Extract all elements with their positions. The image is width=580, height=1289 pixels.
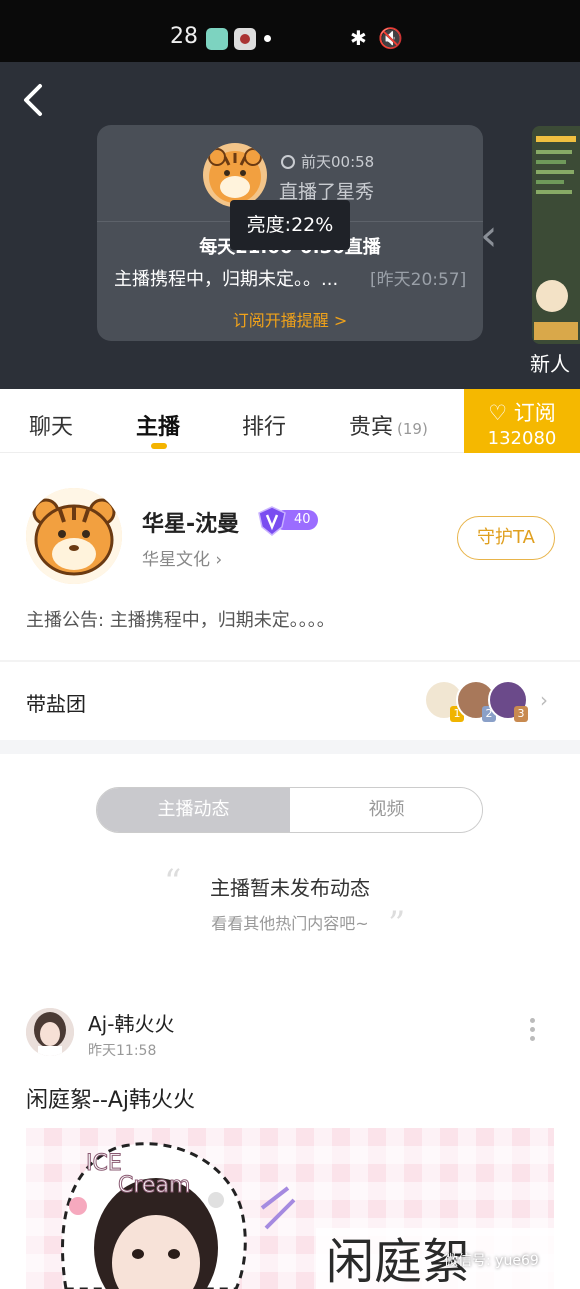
anchor-announcement: 主播公告: 主播携程中，归期未定。。。。 (26, 610, 335, 631)
segment-videos[interactable]: 视频 (290, 788, 482, 832)
guard-button[interactable]: 守护TA (457, 516, 555, 560)
quote-close-icon: ” (388, 904, 406, 944)
chevron-left-icon[interactable]: ‹ (480, 210, 498, 261)
anchor-name: 华星-沈曼 (142, 512, 240, 537)
post-title: 闲庭絮--Aj韩火火 (26, 1088, 196, 1113)
status-bar: 28 ✱ 🔇 (0, 0, 580, 62)
anchor-agency[interactable]: 华星文化 › (142, 545, 222, 570)
svg-text:Cream: Cream (118, 1173, 190, 1198)
active-tab-indicator (151, 443, 167, 449)
record-notification-icon (234, 28, 256, 50)
post-author-avatar[interactable] (26, 1008, 74, 1056)
status-time: 28 (170, 24, 198, 49)
brightness-toast: 亮度:22% (230, 200, 350, 250)
bluetooth-icon: ✱ (350, 26, 367, 50)
fan-rank: 3 (514, 706, 528, 722)
fans-group-label: 带盐团 (26, 692, 86, 716)
segment-anchor-feed[interactable]: 主播动态 (97, 788, 290, 832)
back-arrow-icon[interactable] (18, 80, 48, 120)
last-live-time: 前天00:58 (281, 151, 374, 172)
anchor-avatar[interactable] (26, 488, 122, 584)
section-divider (0, 740, 580, 754)
anchor-notice: 主播携程中，归期未定。。... (114, 269, 339, 290)
subscriber-count: 132080 (487, 428, 557, 449)
chevron-right-icon[interactable]: › (540, 688, 548, 712)
tab-vip[interactable]: 贵宾 (19) (349, 409, 428, 441)
more-options-icon[interactable] (530, 1018, 538, 1046)
tab-anchor[interactable]: 主播 (136, 409, 180, 441)
anchor-small-avatar (203, 143, 267, 207)
subscribe-reminder-link[interactable]: 订阅开播提醒 > (97, 307, 483, 331)
recommended-live-label: 新人 (530, 352, 570, 376)
feed-segment-control: 主播动态 视频 (96, 787, 483, 833)
fans-group-avatars[interactable]: 1 2 3 (424, 680, 528, 722)
mute-icon: 🔇 (378, 26, 403, 50)
post-author-name[interactable]: Aj-韩火火 (88, 1008, 174, 1037)
post-time: 昨天11:58 (88, 1043, 157, 1059)
recommended-live-thumbnail[interactable] (532, 126, 580, 344)
vip-count: (19) (397, 420, 428, 438)
tab-ranking[interactable]: 排行 (242, 409, 286, 441)
tab-chat[interactable]: 聊天 (29, 409, 73, 441)
empty-state-subtitle: 看看其他热门内容吧~ (211, 914, 369, 933)
empty-state-title: 主播暂未发布动态 (210, 876, 370, 900)
watermark: 微信号: yue69 (444, 1253, 539, 1269)
anchor-level-badge: 40 (256, 505, 318, 536)
svg-text:ICE: ICE (86, 1151, 122, 1176)
subscribe-button[interactable]: ♡ 订阅 132080 (464, 389, 580, 453)
level-shield-icon (258, 506, 286, 536)
heart-icon: ♡ (488, 401, 508, 425)
notification-dot-icon (264, 35, 271, 42)
app-notification-icon (206, 28, 228, 50)
notice-time: [昨天20:57] (370, 270, 467, 290)
chevron-right-icon: › (215, 550, 223, 570)
divider (0, 660, 580, 662)
clock-icon (281, 155, 295, 169)
